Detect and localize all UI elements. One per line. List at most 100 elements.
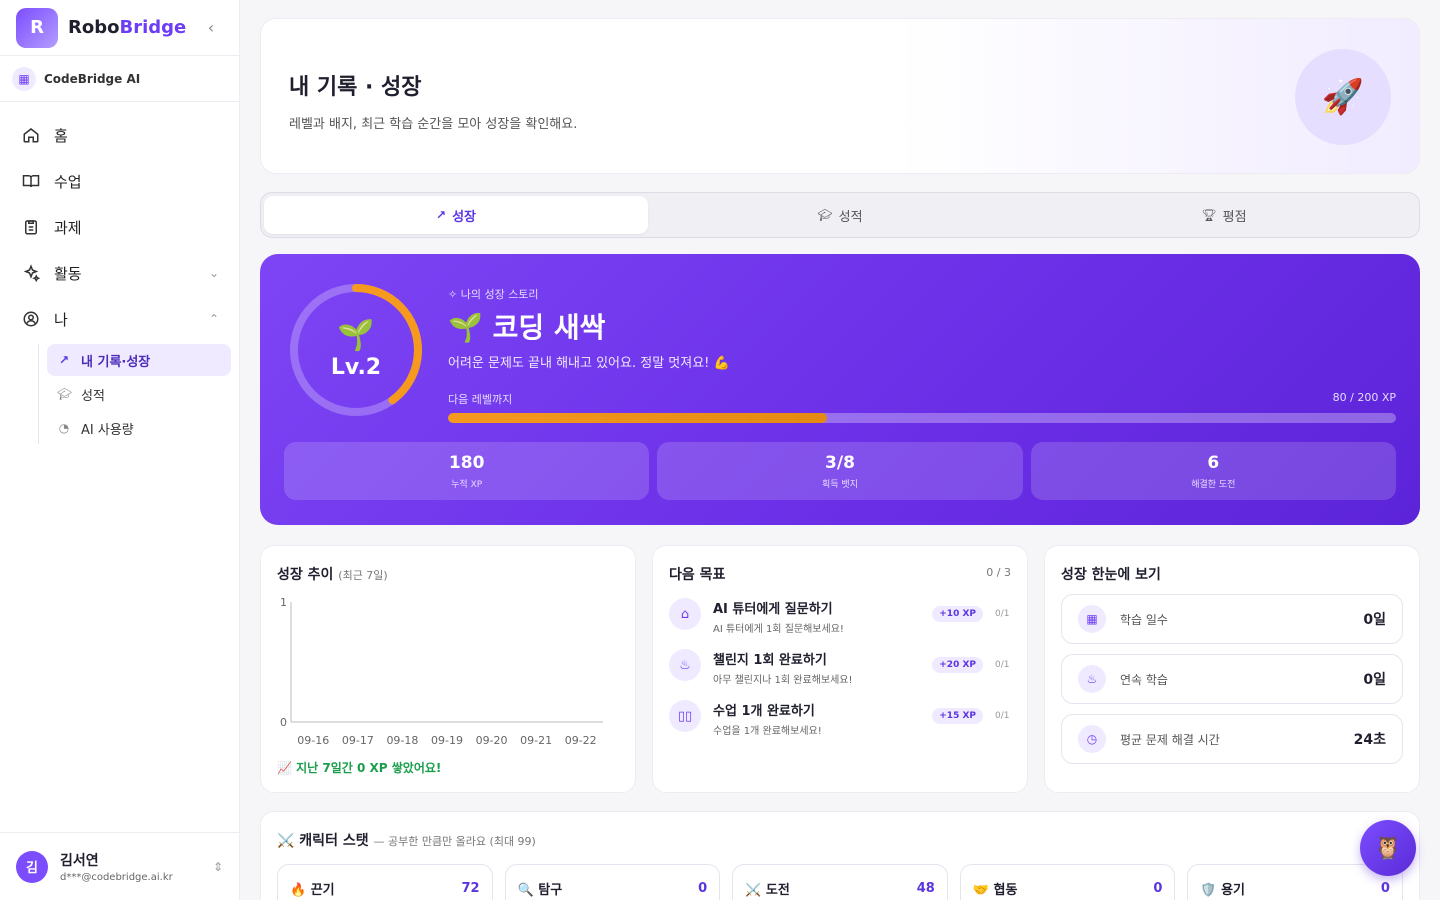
sub-item-growth[interactable]: ↗ 내 기록·성장	[47, 344, 231, 376]
chevron-updown-icon: ⇕	[212, 859, 223, 874]
growth-trend-chart: 1 0 09-16 09-17 09-18 09-19 09-20 09-21 09-22	[280, 596, 603, 747]
hero-info: ✧ 나의 성장 스토리 🌱 코딩 새싹 어려운 문제도 끝내 해내고 있어요. …	[448, 286, 1396, 423]
x-tick-label: 09-21	[520, 734, 552, 747]
main-nav: 홈 수업 과제 활동 ⌄ 나 ⌃ ↗ 내 기록·성장 🎓︎ 성적 ◔ AI 사용…	[0, 102, 239, 456]
character-stats-title: ⚔️ 캐릭터 스탯 — 공부한 만큼만 올라요 (최대 99)	[277, 830, 1403, 850]
graduation-cap-icon: 🎓︎	[817, 208, 833, 222]
book-icon: ▯▯	[669, 700, 701, 732]
sparkles-icon	[20, 262, 42, 284]
character-stats-subtitle: — 공부한 만큼만 올라요 (최대 99)	[373, 835, 536, 848]
level-badge: 🌱 Lv.2	[286, 280, 426, 420]
progress-value: 80 / 200 XP	[1332, 391, 1396, 404]
org-switcher[interactable]: ▦ CodeBridge AI	[0, 56, 239, 102]
glance-label: 연속 학습	[1120, 672, 1168, 687]
glance-title: 성장 한눈에 보기	[1061, 567, 1161, 583]
trend-title: 성장 추이 (최근 7일)	[277, 564, 619, 584]
stat-challenge: ⚔️ 도전 48	[732, 864, 948, 900]
hero-title: 🌱 코딩 새싹	[448, 311, 606, 344]
sub-label: 성적	[81, 388, 105, 404]
trending-up-icon: ↗	[436, 208, 447, 222]
nav-item-activities[interactable]: 활동 ⌄	[8, 250, 231, 296]
tab-label: 평점	[1222, 209, 1247, 225]
sub-item-ai-usage[interactable]: ◔ AI 사용량	[47, 412, 231, 444]
flame-icon: ♨	[669, 649, 701, 681]
sub-item-grades[interactable]: 🎓︎ 성적	[47, 378, 231, 410]
trending-up-icon: ↗	[58, 353, 70, 367]
book-icon	[20, 170, 42, 192]
goal-item[interactable]: ⌂ AI 튜터에게 질문하기 AI 튜터에게 1회 질문해보세요! +10 XP…	[669, 598, 1011, 635]
nav-label: 활동	[54, 264, 82, 283]
summary-row: 성장 추이 (최근 7일) 1 0 09-16 09-17 09-18 09-19 09-2…	[260, 545, 1420, 793]
brand-name-a: Robo	[68, 17, 120, 38]
page-subtitle: 레벨과 배지, 최근 학습 순간을 모아 성장을 확인해요.	[289, 117, 578, 132]
ai-tutor-mascot-button[interactable]: 🦉	[1360, 820, 1416, 876]
goal-text: 챌린지 1회 완료하기 아무 챌린지나 1회 완료해보세요!	[713, 649, 932, 686]
tab-ratings[interactable]: 🏆︎ 평점	[1032, 196, 1416, 234]
brand-name: RoboBridge	[68, 17, 186, 38]
brand-name-b: Bridge	[119, 17, 187, 38]
character-stats-card: ⚔️ 캐릭터 스탯 — 공부한 만큼만 올라요 (최대 99) 🔥 끈기 72 🔍…	[260, 811, 1420, 900]
char-value: 48	[916, 880, 935, 896]
goal-progress: 0/1	[995, 711, 1010, 721]
tab-grades[interactable]: 🎓︎ 성적	[648, 196, 1032, 234]
glance-value: 0일	[1363, 612, 1386, 628]
trend-title-text: 성장 추이	[277, 567, 334, 583]
nav-item-me[interactable]: 나 ⌃	[8, 296, 231, 342]
goal-progress: 0/1	[995, 660, 1010, 670]
tab-label: 성적	[838, 209, 863, 225]
growth-trend-card: 성장 추이 (최근 7일) 1 0 09-16 09-17 09-18 09-19 09-2…	[260, 545, 636, 793]
goal-progress: 0/1	[995, 609, 1010, 619]
hero-stats: 180 누적 XP 3/8 획득 뱃지 6 해결한 도전	[284, 442, 1396, 500]
char-value: 0	[1153, 880, 1163, 896]
brand: R RoboBridge ‹	[0, 0, 239, 56]
glance-study-days: ▦ 학습 일수 0일	[1061, 594, 1403, 644]
user-name: 김서연	[60, 853, 99, 869]
stat-value: 6	[1207, 452, 1220, 473]
user-email: d***@codebridge.ai.kr	[60, 872, 173, 883]
goal-item[interactable]: ▯▯ 수업 1개 완료하기 수업을 1개 완료해보세요! +15 XP 0/1	[669, 700, 1011, 737]
y-tick-label: 0	[280, 716, 287, 729]
goal-text: AI 튜터에게 질문하기 AI 튜터에게 1회 질문해보세요!	[713, 598, 932, 635]
org-name: CodeBridge AI	[44, 71, 141, 86]
stat-badges: 3/8 획득 뱃지	[657, 442, 1023, 500]
x-tick-label: 09-20	[476, 734, 508, 747]
glance-label: 학습 일수	[1120, 612, 1168, 627]
goal-item[interactable]: ♨ 챌린지 1회 완료하기 아무 챌린지나 1회 완료해보세요! +20 XP …	[669, 649, 1011, 686]
user-circle-icon	[20, 308, 42, 330]
chevron-left-icon: ‹	[207, 18, 215, 37]
clock-icon: ◷	[1078, 725, 1106, 753]
character-stats-title-text: ⚔️ 캐릭터 스탯	[277, 833, 369, 849]
stat-total-xp: 180 누적 XP	[284, 442, 650, 500]
user-info: 김서연 d***@codebridge.ai.kr	[60, 850, 173, 883]
building-icon: ▦	[12, 66, 36, 91]
nav-label: 나	[54, 310, 68, 329]
user-menu[interactable]: 김 김서연 d***@codebridge.ai.kr ⇕	[0, 832, 239, 900]
trend-footer: 📈 지난 7일간 0 XP 쌓았어요!	[277, 761, 442, 775]
tab-growth[interactable]: ↗ 성장	[264, 196, 648, 234]
char-value: 0	[1380, 880, 1390, 896]
char-label: 🛡️ 용기	[1200, 882, 1246, 898]
sidebar: R RoboBridge ‹ ▦ CodeBridge AI 홈 수업 과제 활…	[0, 0, 240, 900]
page-title: 내 기록 · 성장	[289, 75, 422, 100]
collapse-sidebar-button[interactable]: ‹	[199, 16, 223, 40]
progress-label: 다음 레벨까지	[448, 393, 513, 406]
clipboard-icon	[20, 216, 42, 238]
stat-label: 획득 뱃지	[822, 479, 858, 490]
nav-item-classes[interactable]: 수업	[8, 158, 231, 204]
graduation-cap-icon: 🎓︎	[57, 387, 73, 401]
stat-value: 180	[448, 452, 485, 473]
goal-text: 수업 1개 완료하기 수업을 1개 완료해보세요!	[713, 700, 932, 737]
nav-item-home[interactable]: 홈	[8, 112, 231, 158]
brand-logo: R	[16, 7, 58, 48]
x-tick-label: 09-19	[431, 734, 463, 747]
sub-label: AI 사용량	[81, 422, 134, 438]
sparkles-icon: ✧	[448, 288, 461, 301]
goal-xp-badge: +15 XP	[932, 708, 983, 724]
calendar-icon: ▦	[1078, 605, 1106, 633]
hero-desc: 어려운 문제도 끝내 해내고 있어요. 정말 멋져요! 💪	[448, 356, 730, 371]
xp-progress-fill	[448, 413, 828, 423]
character-stats-row: 🔥 끈기 72 🔍 탐구 0 ⚔️ 도전 48 🤝 협동 0 🛡️ 용기 0	[277, 864, 1403, 900]
subnav-me: ↗ 내 기록·성장 🎓︎ 성적 ◔ AI 사용량	[38, 344, 231, 444]
goal-name: 챌린지 1회 완료하기	[713, 653, 827, 668]
nav-item-assignments[interactable]: 과제	[8, 204, 231, 250]
